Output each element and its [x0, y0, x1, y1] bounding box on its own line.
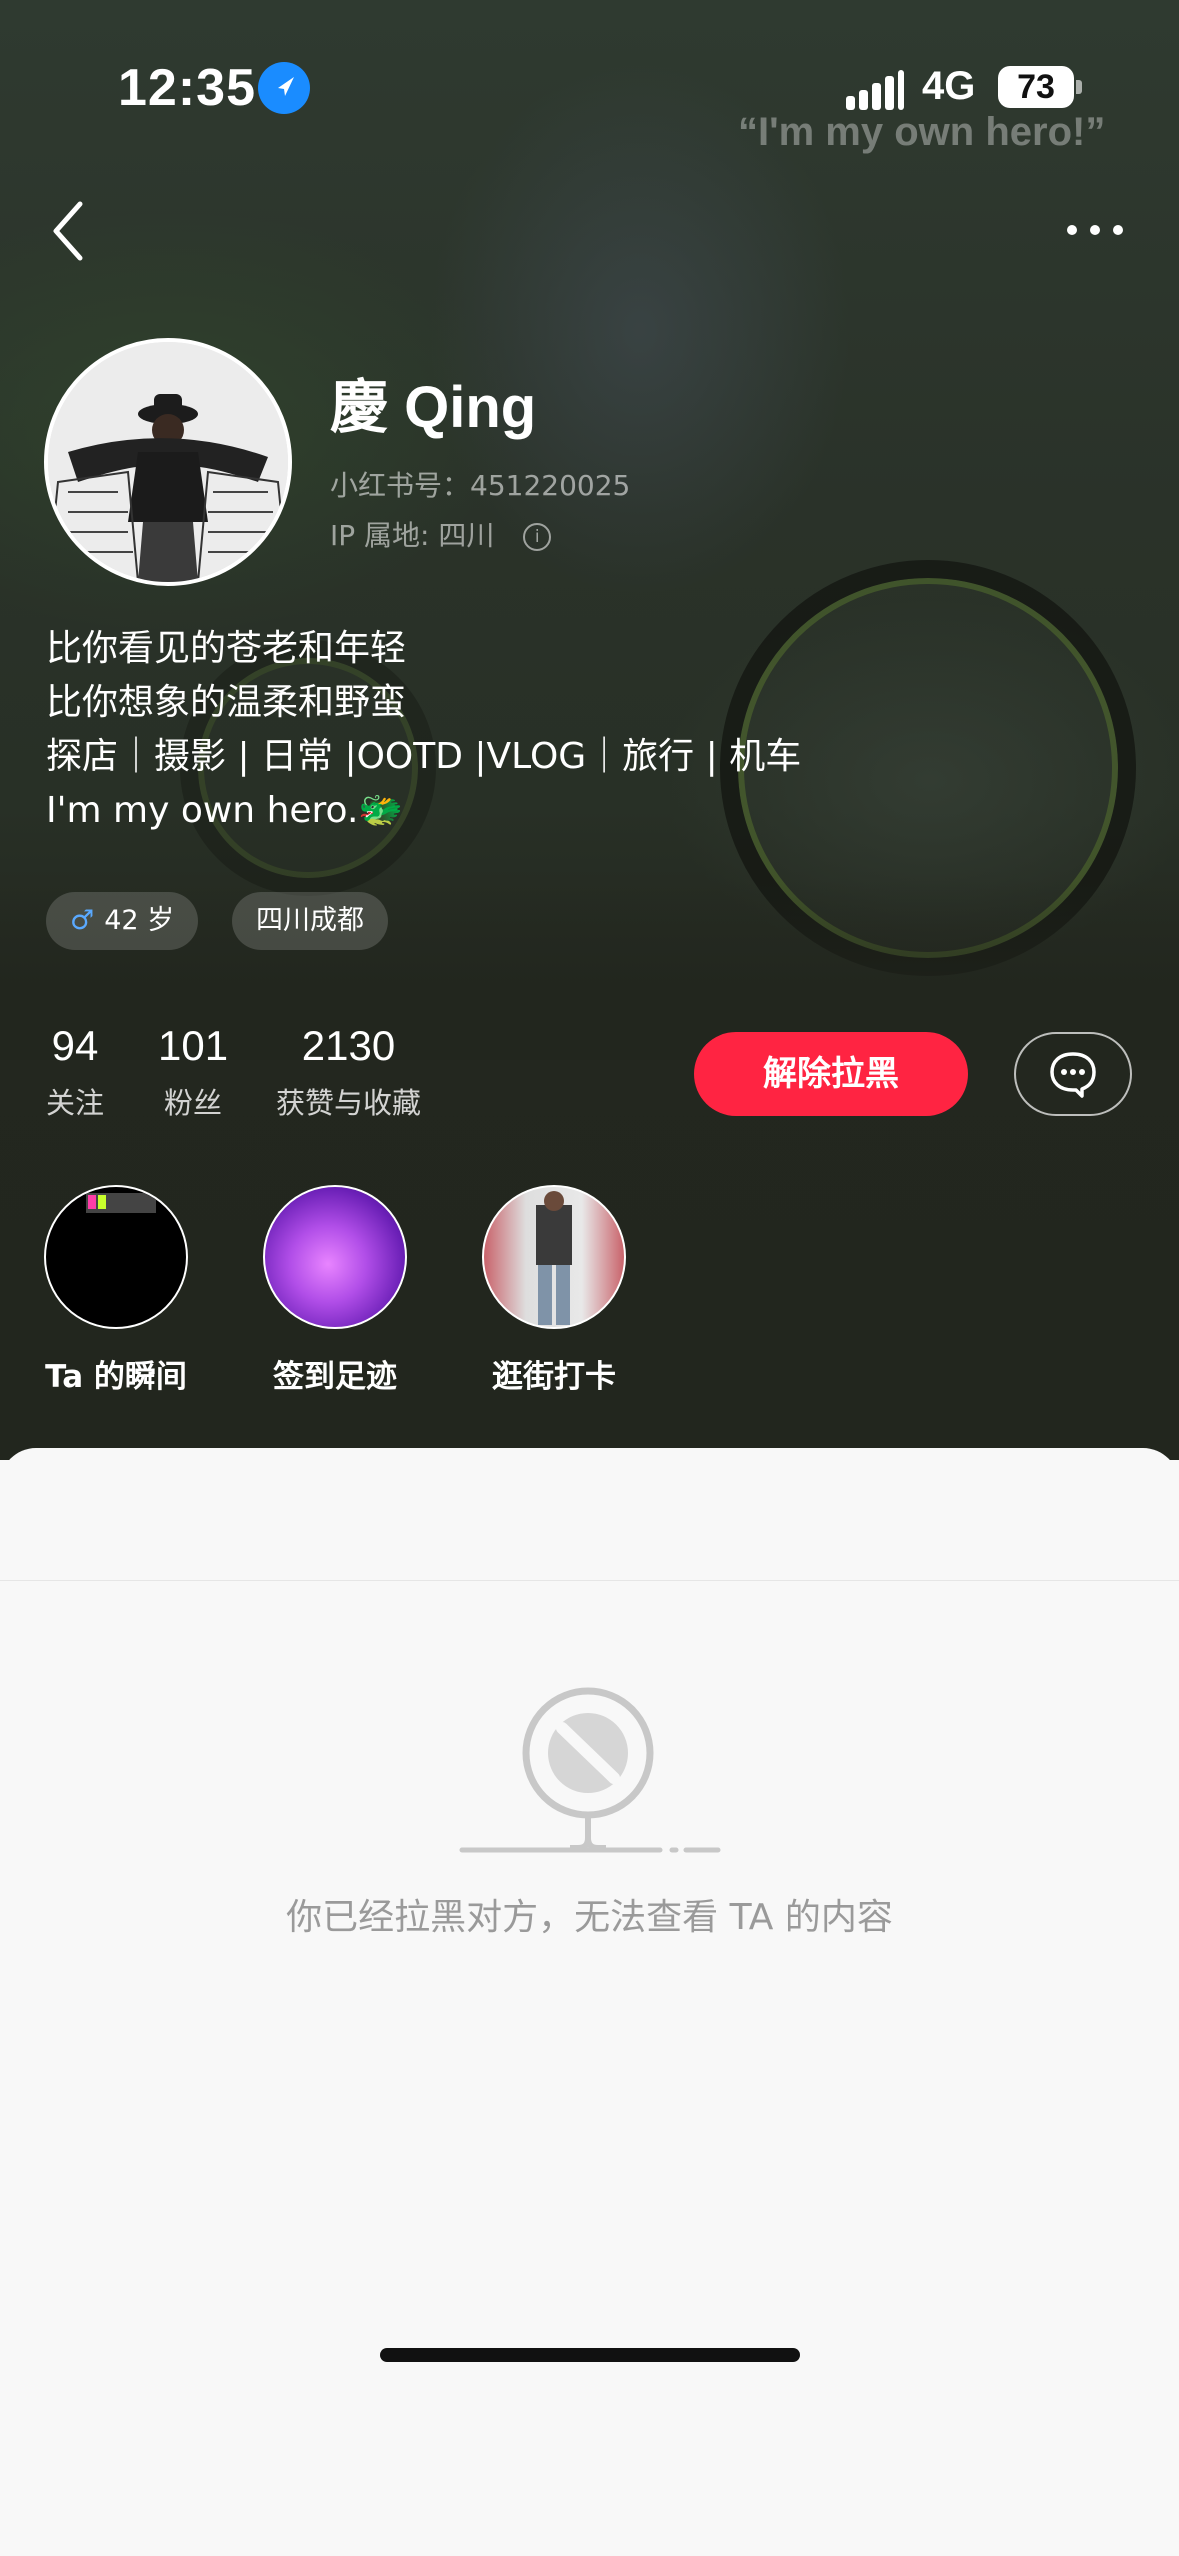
- stat-label: 获赞与收藏: [276, 1086, 422, 1120]
- age-tag: ♂ 42 岁: [46, 892, 199, 950]
- network-type: 4G: [922, 64, 976, 108]
- male-icon: ♂: [70, 905, 95, 936]
- content-sheet: 你已经拉黑对方，无法查看 TA 的内容: [0, 1448, 1179, 2556]
- profile-page: 12:35 4G 73 “I'm my own hero!” 慶 Qing 小红…: [0, 0, 1179, 2556]
- location-arrow-icon: [258, 62, 310, 114]
- bio-line: I'm my own hero.🐲: [46, 790, 404, 831]
- highlight-thumbnail: [44, 1185, 188, 1329]
- highlight-label: 逛街打卡: [492, 1359, 616, 1395]
- stat-followers[interactable]: 101 粉丝: [158, 1022, 228, 1122]
- chat-bubble-icon: [1050, 1052, 1096, 1098]
- bio-line: 比你看见的苍老和年轻: [46, 628, 407, 669]
- info-icon[interactable]: i: [523, 523, 552, 551]
- age-label: 42 岁: [104, 905, 175, 936]
- ip-location: IP 属地: 四川 i: [330, 514, 552, 554]
- highlight-checkins[interactable]: 签到足迹: [263, 1185, 407, 1396]
- highlight-thumbnail: [263, 1185, 407, 1329]
- profile-id: 小红书号：451220025: [330, 469, 631, 502]
- stat-label: 粉丝: [164, 1086, 223, 1120]
- home-indicator[interactable]: [380, 2348, 800, 2362]
- more-dots-icon: [1067, 225, 1123, 235]
- stat-following[interactable]: 94 关注: [46, 1022, 104, 1122]
- bio-line: 探店｜摄影 | 日常 |OOTD |VLOG｜旅行 | 机车: [46, 736, 802, 777]
- tab-divider: [0, 1580, 1179, 1581]
- unblock-button[interactable]: 解除拉黑: [694, 1032, 968, 1116]
- banner-quote: “I'm my own hero!”: [738, 110, 1106, 154]
- stat-value: 101: [158, 1022, 229, 1069]
- more-button[interactable]: [1060, 210, 1130, 250]
- empty-message: 你已经拉黑对方，无法查看 TA 的内容: [286, 1897, 893, 1938]
- stat-label: 关注: [46, 1086, 105, 1120]
- signal-bars-icon: [846, 70, 904, 110]
- stat-value: 94: [51, 1022, 99, 1069]
- battery-icon: 73: [998, 66, 1074, 108]
- ip-location-text: IP 属地: 四川: [330, 519, 495, 552]
- profile-bio: 比你看见的苍老和年轻 比你想象的温柔和野蛮 探店｜摄影 | 日常 |OOTD |…: [46, 622, 801, 838]
- battery-tip: [1076, 80, 1082, 94]
- status-time: 12:35: [118, 59, 256, 117]
- blocked-icon: [458, 1678, 724, 1878]
- chat-button[interactable]: [1014, 1032, 1132, 1116]
- back-button[interactable]: [40, 196, 100, 266]
- chevron-left-icon: [53, 201, 83, 261]
- highlight-label: Ta 的瞬间: [45, 1359, 187, 1395]
- highlight-moments[interactable]: Ta 的瞬间: [44, 1185, 188, 1396]
- bio-line: 比你想象的温柔和野蛮: [46, 682, 407, 723]
- avatar[interactable]: [44, 338, 292, 586]
- location-tag: 四川成都: [232, 892, 388, 950]
- stat-value: 2130: [301, 1022, 396, 1069]
- highlight-label: 签到足迹: [273, 1359, 397, 1395]
- highlight-shopping[interactable]: 逛街打卡: [482, 1185, 626, 1396]
- profile-name: 慶 Qing: [330, 375, 537, 440]
- highlight-thumbnail: [482, 1185, 626, 1329]
- stat-likes[interactable]: 2130 获赞与收藏: [276, 1022, 421, 1122]
